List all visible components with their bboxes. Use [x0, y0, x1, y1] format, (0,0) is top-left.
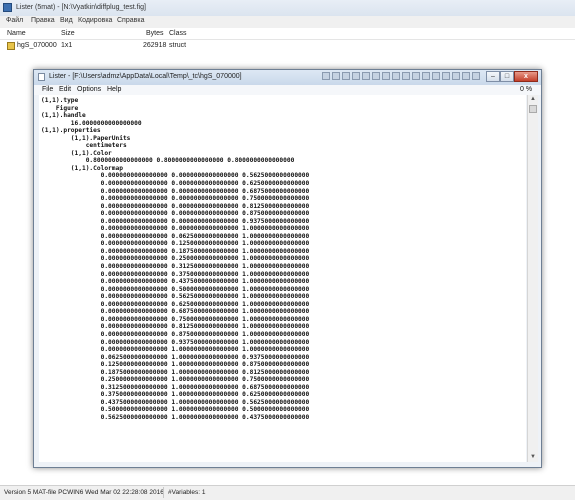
table-row[interactable]: hgS_070000 1x1 262918 struct	[0, 40, 575, 52]
column-class[interactable]: Class	[169, 30, 187, 37]
scrollbar-thumb[interactable]	[529, 105, 537, 113]
outer-menu-bar: Файл Правка Вид Кодировка Справка	[0, 16, 575, 27]
menu-edit[interactable]: Edit	[59, 86, 71, 93]
document-icon	[38, 73, 45, 81]
row-class: struct	[169, 42, 187, 49]
status-variables: #Variables: 1	[168, 489, 206, 496]
menu-options[interactable]: Options	[77, 86, 101, 93]
close-button[interactable]: x	[514, 71, 538, 82]
inner-menu-bar: File Edit Options Help 0 %	[34, 85, 541, 95]
menu-view[interactable]: Вид	[60, 17, 73, 24]
scroll-up-icon[interactable]: ▲	[529, 95, 537, 104]
lister-content-area[interactable]: (1,1).type Figure (1,1).handle 16.000000…	[39, 95, 526, 462]
inner-window-title: Lister - [F:\Users\admz\AppData\Local\Te…	[49, 73, 242, 80]
inner-title-bar[interactable]: Lister - [F:\Users\admz\AppData\Local\Te…	[34, 70, 541, 85]
toolbar-icon-9[interactable]	[402, 72, 410, 80]
menu-file[interactable]: File	[42, 86, 53, 93]
toolbar-icon-14[interactable]	[452, 72, 460, 80]
toolbar-icon-15[interactable]	[462, 72, 470, 80]
row-bytes: 262918	[143, 42, 167, 49]
toolbar-icon-11[interactable]	[422, 72, 430, 80]
minimize-button[interactable]: –	[486, 71, 500, 82]
row-size: 1x1	[61, 42, 73, 49]
menu-edit[interactable]: Правка	[31, 17, 55, 24]
toolbar-icon-13[interactable]	[442, 72, 450, 80]
toolbar-icon-8[interactable]	[392, 72, 400, 80]
toolbar-icon-5[interactable]	[362, 72, 370, 80]
column-bytes[interactable]: Bytes	[146, 30, 164, 37]
outer-window-title: Lister (5mat) - [N:\Vyatkin\diffplug_tes…	[16, 4, 146, 11]
struct-variable-icon	[7, 42, 15, 50]
column-size[interactable]: Size	[61, 30, 75, 37]
scroll-percent: 0 %	[520, 86, 533, 93]
menu-help[interactable]: Help	[107, 86, 121, 93]
toolbar-icon-7[interactable]	[382, 72, 390, 80]
variable-table-header: Name Size Bytes Class	[0, 28, 575, 40]
toolbar-icon-3[interactable]	[342, 72, 350, 80]
menu-help[interactable]: Справка	[117, 17, 144, 24]
row-name: hgS_070000	[17, 42, 57, 49]
vertical-scrollbar[interactable]: ▲ ▼	[527, 95, 538, 462]
inner-lister-window: Lister - [F:\Users\admz\AppData\Local\Te…	[33, 69, 542, 468]
toolbar-icon-10[interactable]	[412, 72, 420, 80]
toolbar-icon-6[interactable]	[372, 72, 380, 80]
toolbar-icon-12[interactable]	[432, 72, 440, 80]
toolbar-icon-16[interactable]	[472, 72, 480, 80]
scroll-down-icon[interactable]: ▼	[529, 453, 537, 462]
mat-file-text: (1,1).type Figure (1,1).handle 16.000000…	[41, 97, 310, 421]
app-icon	[3, 3, 12, 12]
outer-title-bar: Lister (5mat) - [N:\Vyatkin\diffplug_tes…	[0, 0, 575, 17]
toolbar-icon-2[interactable]	[332, 72, 340, 80]
maximize-button[interactable]: □	[500, 71, 514, 82]
status-bar: Version 5 MAT-file PCWIN6 Wed Mar 02 22:…	[0, 485, 575, 500]
toolbar-icon-1[interactable]	[322, 72, 330, 80]
status-version: Version 5 MAT-file PCWIN6 Wed Mar 02 22:…	[4, 489, 164, 496]
column-name[interactable]: Name	[7, 30, 26, 37]
menu-file[interactable]: Файл	[6, 17, 23, 24]
menu-encoding[interactable]: Кодировка	[78, 17, 112, 24]
toolbar-icon-4[interactable]	[352, 72, 360, 80]
status-separator	[163, 487, 164, 498]
